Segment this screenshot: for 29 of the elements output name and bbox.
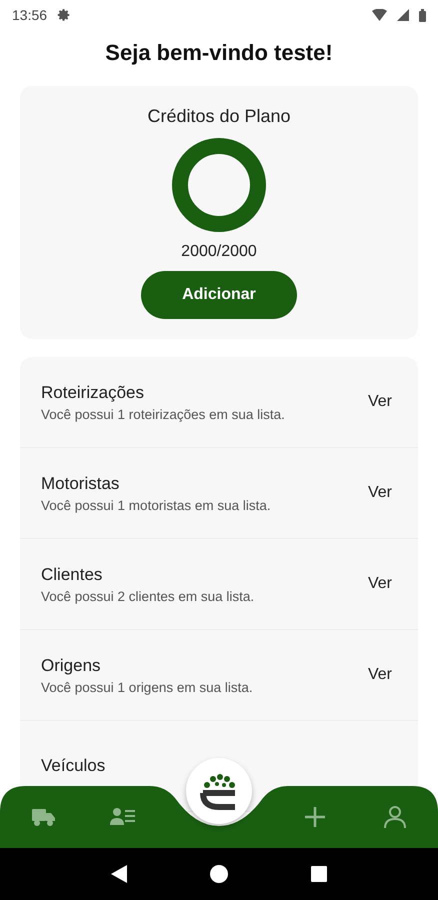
item-title: Motoristas [41,474,120,494]
contact-list-icon[interactable] [110,806,136,828]
status-time: 13:56 [12,7,48,23]
credits-count: 2000/2000 [181,243,257,261]
view-link[interactable]: Ver [362,571,398,597]
truck-icon[interactable] [30,806,56,828]
credits-title: Créditos do Plano [147,106,291,127]
wifi-icon [372,9,387,21]
add-button[interactable]: Adicionar [141,271,297,319]
item-title: Roteirizações [41,382,145,402]
view-link[interactable]: Ver [362,480,398,506]
item-description: Você possui 1 origens em sua lista. [41,680,254,694]
person-icon[interactable] [383,805,407,829]
view-link[interactable]: Ver [362,389,398,415]
item-description: Você possui 1 roteirizações em sua lista. [41,406,286,422]
home-icon[interactable] [210,865,228,883]
item-title: Origens [41,656,102,676]
item-title: Clientes [41,564,104,584]
welcome-title: Seja bem-vindo teste! [104,40,334,67]
item-description: Você possui 2 clientes em sua lista. [41,588,256,604]
signal-icon [397,9,409,21]
back-icon[interactable] [111,865,128,883]
gear-icon [57,8,72,22]
plus-icon[interactable] [303,805,327,829]
view-link[interactable]: Ver [362,662,398,688]
item-title: Veículos [41,756,106,776]
battery-icon [419,8,426,22]
recents-icon[interactable] [310,866,327,882]
item-description: Você possui 1 motoristas em sua lista. [41,498,272,512]
